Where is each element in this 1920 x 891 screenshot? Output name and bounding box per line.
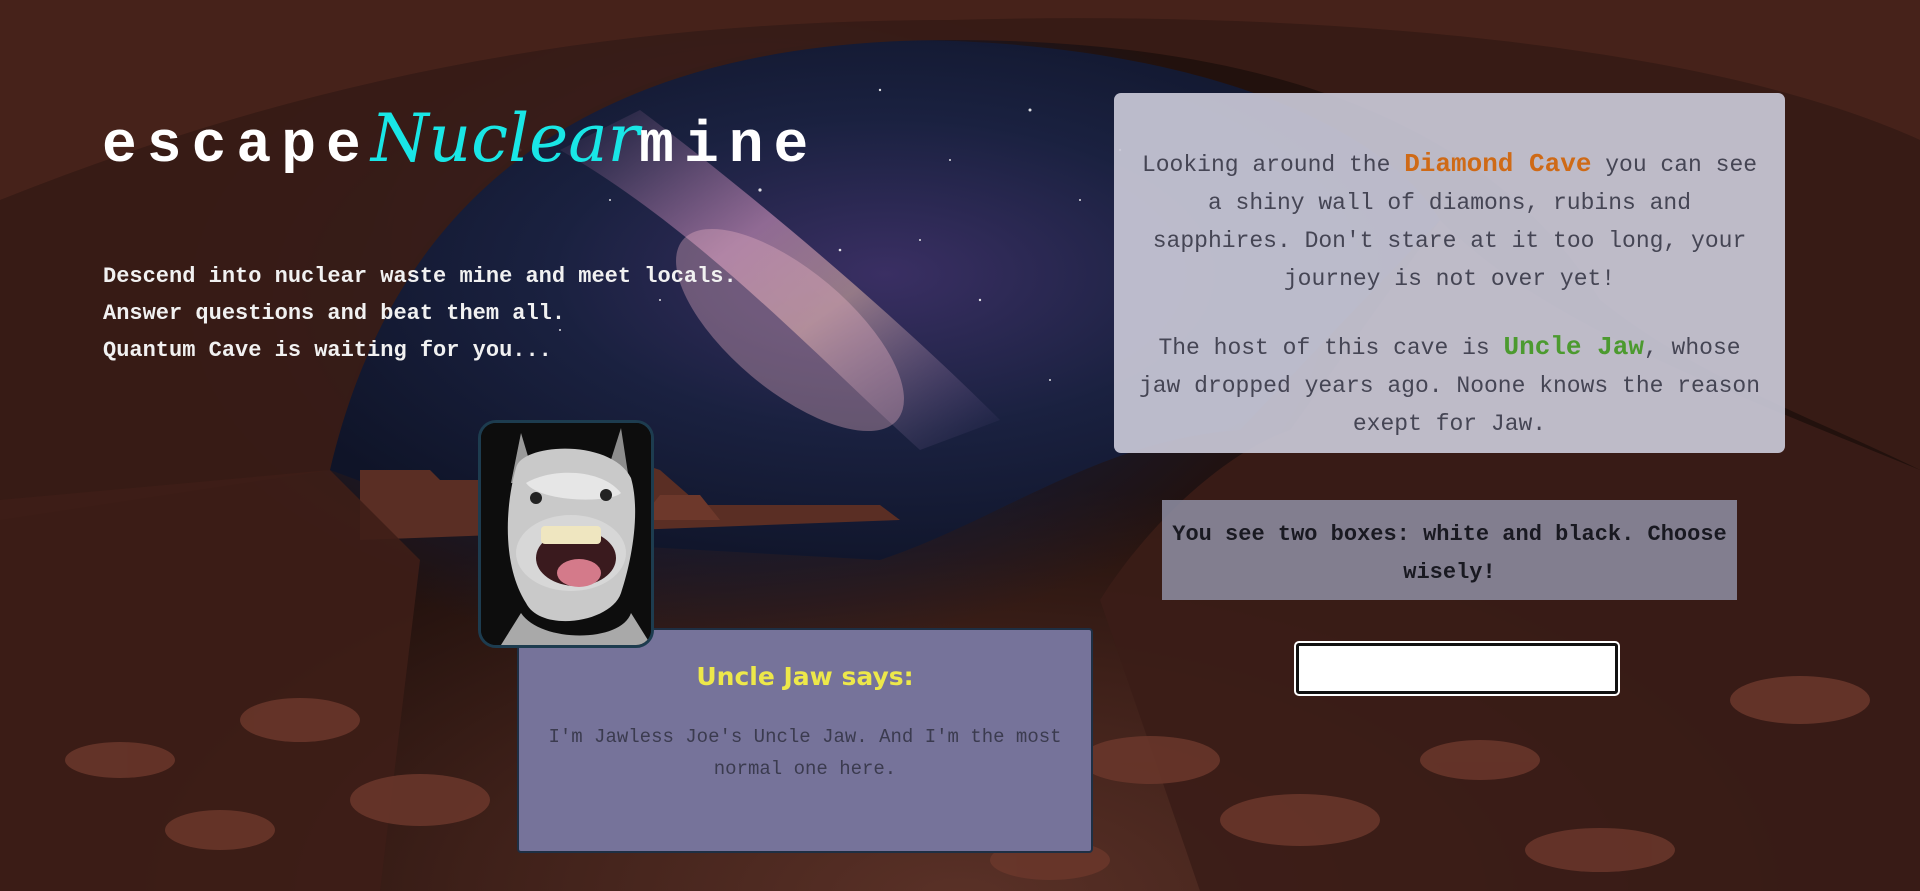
title-accent: Nuclear: [370, 100, 640, 177]
story-paragraph-host: The host of this cave is Uncle Jaw, whos…: [1136, 328, 1763, 443]
character-speech-card: Uncle Jaw says: I'm Jawless Joe's Uncle …: [517, 628, 1093, 853]
story-paragraph-location: Looking around the Diamond Cave you can …: [1136, 145, 1763, 298]
question-text: You see two boxes: white and black. Choo…: [1172, 522, 1727, 585]
speech-quote: I'm Jawless Joe's Uncle Jaw. And I'm the…: [548, 726, 1062, 780]
intro-line: Answer questions and beat them all.: [103, 301, 566, 326]
donkey-portrait-image: [481, 423, 651, 645]
story-info-card: Looking around the Diamond Cave you can …: [1114, 93, 1785, 453]
title-prefix: escape: [102, 114, 371, 179]
host-name: Uncle Jaw: [1503, 332, 1644, 362]
character-portrait: [478, 420, 654, 648]
page-title: escapeNuclearmine: [102, 100, 818, 179]
answer-input[interactable]: [1294, 641, 1620, 696]
intro-text: Descend into nuclear waste mine and meet…: [103, 258, 737, 369]
story-text: Looking around the: [1141, 152, 1405, 178]
intro-line: Quantum Cave is waiting for you...: [103, 338, 552, 363]
location-name: Diamond Cave: [1404, 149, 1592, 179]
speech-title: Uncle Jaw says:: [696, 662, 914, 691]
story-text: The host of this cave is: [1158, 335, 1504, 361]
title-suffix: mine: [639, 114, 819, 179]
intro-line: Descend into nuclear waste mine and meet…: [103, 264, 737, 289]
question-card: You see two boxes: white and black. Choo…: [1162, 500, 1737, 600]
